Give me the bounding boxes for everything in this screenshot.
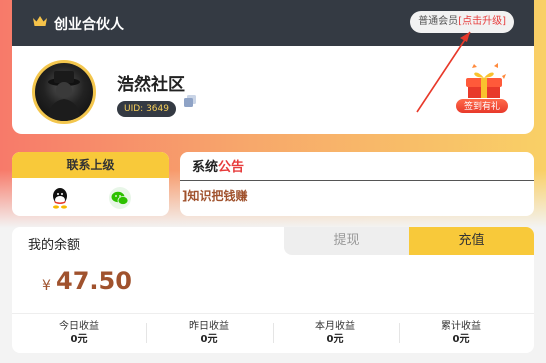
upgrade-link[interactable]: [点击升级] xyxy=(458,16,506,27)
balance-amount: 47.50 xyxy=(56,267,132,295)
stat-value: 0元 xyxy=(200,334,218,345)
stat-label: 本月收益 xyxy=(315,321,355,332)
member-header: 创业合伙人 普通会员[点击升级] xyxy=(12,0,534,46)
balance-label: 我的余额 xyxy=(28,238,81,253)
stat-today: 今日收益 0元 xyxy=(14,320,144,347)
notice-title-part1: 系统 xyxy=(192,160,219,175)
recharge-button[interactable]: 充值 xyxy=(409,227,534,255)
notice-divider xyxy=(180,180,534,181)
system-notice-card[interactable]: 系统公告 ]知识把钱赚 xyxy=(180,152,534,216)
stat-label: 今日收益 xyxy=(59,321,99,332)
avatar-figure-icon xyxy=(47,71,81,121)
stat-label: 昨日收益 xyxy=(189,321,229,332)
notice-title: 系统公告 xyxy=(192,156,244,175)
stats-divider xyxy=(12,313,534,314)
member-level-label: 普通会员 xyxy=(418,16,459,27)
uid-badge: UID: 3649 xyxy=(117,101,176,117)
stat-value: 0元 xyxy=(326,334,344,345)
currency-symbol: ¥ xyxy=(42,278,51,294)
crown-icon xyxy=(33,16,47,26)
notice-title-part2: 公告 xyxy=(218,160,245,175)
copy-icon[interactable] xyxy=(183,94,197,108)
page-title: 创业合伙人 xyxy=(54,17,124,33)
wechat-icon[interactable] xyxy=(108,187,132,209)
avatar[interactable] xyxy=(32,60,96,124)
balance-card: 我的余额 提现 充值 ¥ 47.50 今日收益 0元 昨日收益 0元 本月收益 … xyxy=(12,227,534,353)
stat-total: 累计收益 0元 xyxy=(396,320,526,347)
stat-label: 累计收益 xyxy=(441,321,481,332)
contact-superior-card: 联系上级 xyxy=(12,152,169,216)
stat-month: 本月收益 0元 xyxy=(270,320,400,347)
user-name: 浩然社区 xyxy=(117,75,185,95)
avatar-image xyxy=(35,63,93,121)
withdraw-button[interactable]: 提现 xyxy=(284,227,409,255)
stat-value: 0元 xyxy=(452,334,470,345)
checkin-button[interactable]: 签到有礼 xyxy=(455,98,509,114)
contact-superior-title: 联系上级 xyxy=(12,152,169,178)
qq-icon[interactable] xyxy=(50,187,70,209)
notice-marquee-text[interactable]: ]知识把钱赚 xyxy=(182,187,248,204)
member-card: 创业合伙人 普通会员[点击升级] 浩然社区 UID: 3649 签到有礼 xyxy=(12,0,534,134)
stat-value: 0元 xyxy=(70,334,88,345)
upgrade-button[interactable]: 普通会员[点击升级] xyxy=(410,11,514,33)
stat-yesterday: 昨日收益 0元 xyxy=(144,320,274,347)
